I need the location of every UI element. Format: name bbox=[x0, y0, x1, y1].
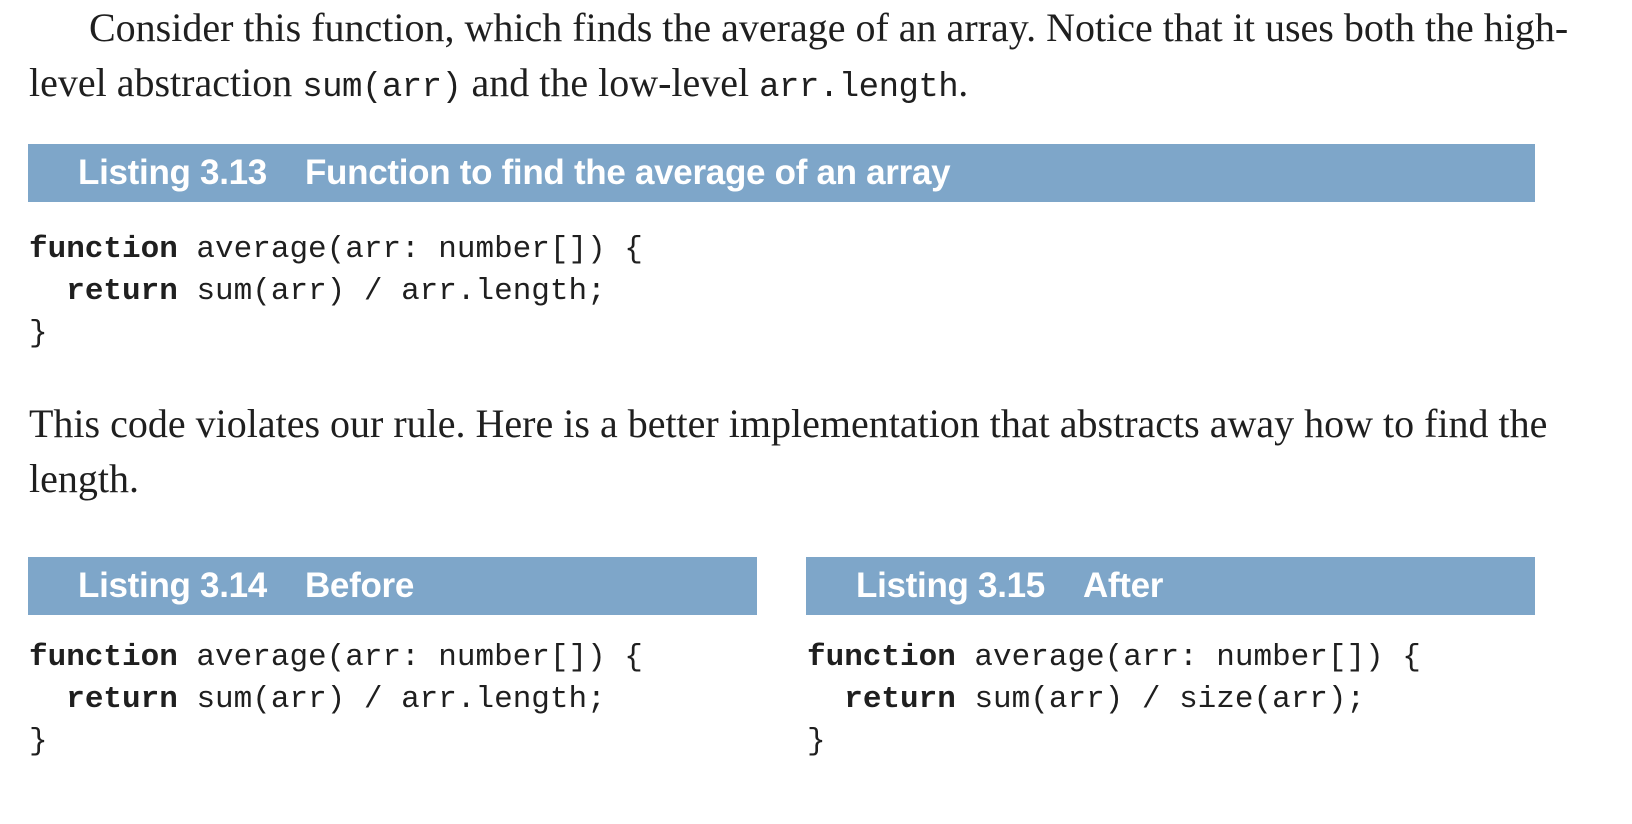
explanation-paragraph: This code violates our rule. Here is a b… bbox=[29, 401, 1548, 501]
code-line: } bbox=[29, 724, 48, 759]
listing-3-13-code: function average(arr: number[]) { return… bbox=[29, 229, 643, 355]
listing-caption: Before bbox=[304, 566, 415, 605]
listing-3-13-header: Listing 3.13 Function to find the average… bbox=[28, 144, 1535, 202]
code-line: return sum(arr) / arr.length; bbox=[29, 679, 643, 721]
inline-code-length: arr.length bbox=[759, 69, 959, 107]
listing-3-15-code: function average(arr: number[]) { return… bbox=[807, 637, 1421, 763]
listing-number: Listing 3.13 bbox=[78, 153, 267, 192]
code-text: sum(arr) / size(arr); bbox=[955, 682, 1366, 717]
listing-number: Listing 3.14 bbox=[78, 566, 267, 605]
code-keyword: function bbox=[29, 232, 178, 267]
code-text: average(arr: number[]) { bbox=[177, 232, 643, 267]
listing-3-15-header: Listing 3.15 After bbox=[806, 557, 1535, 615]
code-keyword: return bbox=[66, 682, 178, 717]
listing-caption: After bbox=[1082, 566, 1164, 605]
intro-paragraph: Consider this function, which finds the … bbox=[29, 0, 1611, 116]
code-text: sum(arr) / arr.length; bbox=[177, 682, 606, 717]
code-text: sum(arr) / arr.length; bbox=[177, 274, 606, 309]
code-line: } bbox=[29, 316, 48, 351]
code-line: function average(arr: number[]) { bbox=[807, 637, 1421, 679]
listing-3-14-header: Listing 3.14 Before bbox=[28, 557, 757, 615]
intro-text-2: and the low-level bbox=[461, 60, 760, 105]
code-line: return sum(arr) / arr.length; bbox=[29, 271, 643, 313]
code-line: return sum(arr) / size(arr); bbox=[807, 679, 1421, 721]
code-line: function average(arr: number[]) { bbox=[29, 637, 643, 679]
intro-text-3: . bbox=[958, 60, 969, 105]
listing-number: Listing 3.15 bbox=[856, 566, 1045, 605]
code-keyword: function bbox=[807, 640, 956, 675]
code-keyword: function bbox=[29, 640, 178, 675]
inline-code-sum: sum(arr) bbox=[302, 69, 462, 107]
code-text: average(arr: number[]) { bbox=[955, 640, 1421, 675]
listing-caption: Function to find the average of an array bbox=[304, 153, 951, 192]
listing-3-14-code: function average(arr: number[]) { return… bbox=[29, 637, 643, 763]
code-line: } bbox=[807, 724, 826, 759]
code-text: average(arr: number[]) { bbox=[177, 640, 643, 675]
book-page: Consider this function, which finds the … bbox=[0, 0, 1632, 824]
code-keyword: return bbox=[844, 682, 956, 717]
code-keyword: return bbox=[66, 274, 178, 309]
code-line: function average(arr: number[]) { bbox=[29, 229, 643, 271]
